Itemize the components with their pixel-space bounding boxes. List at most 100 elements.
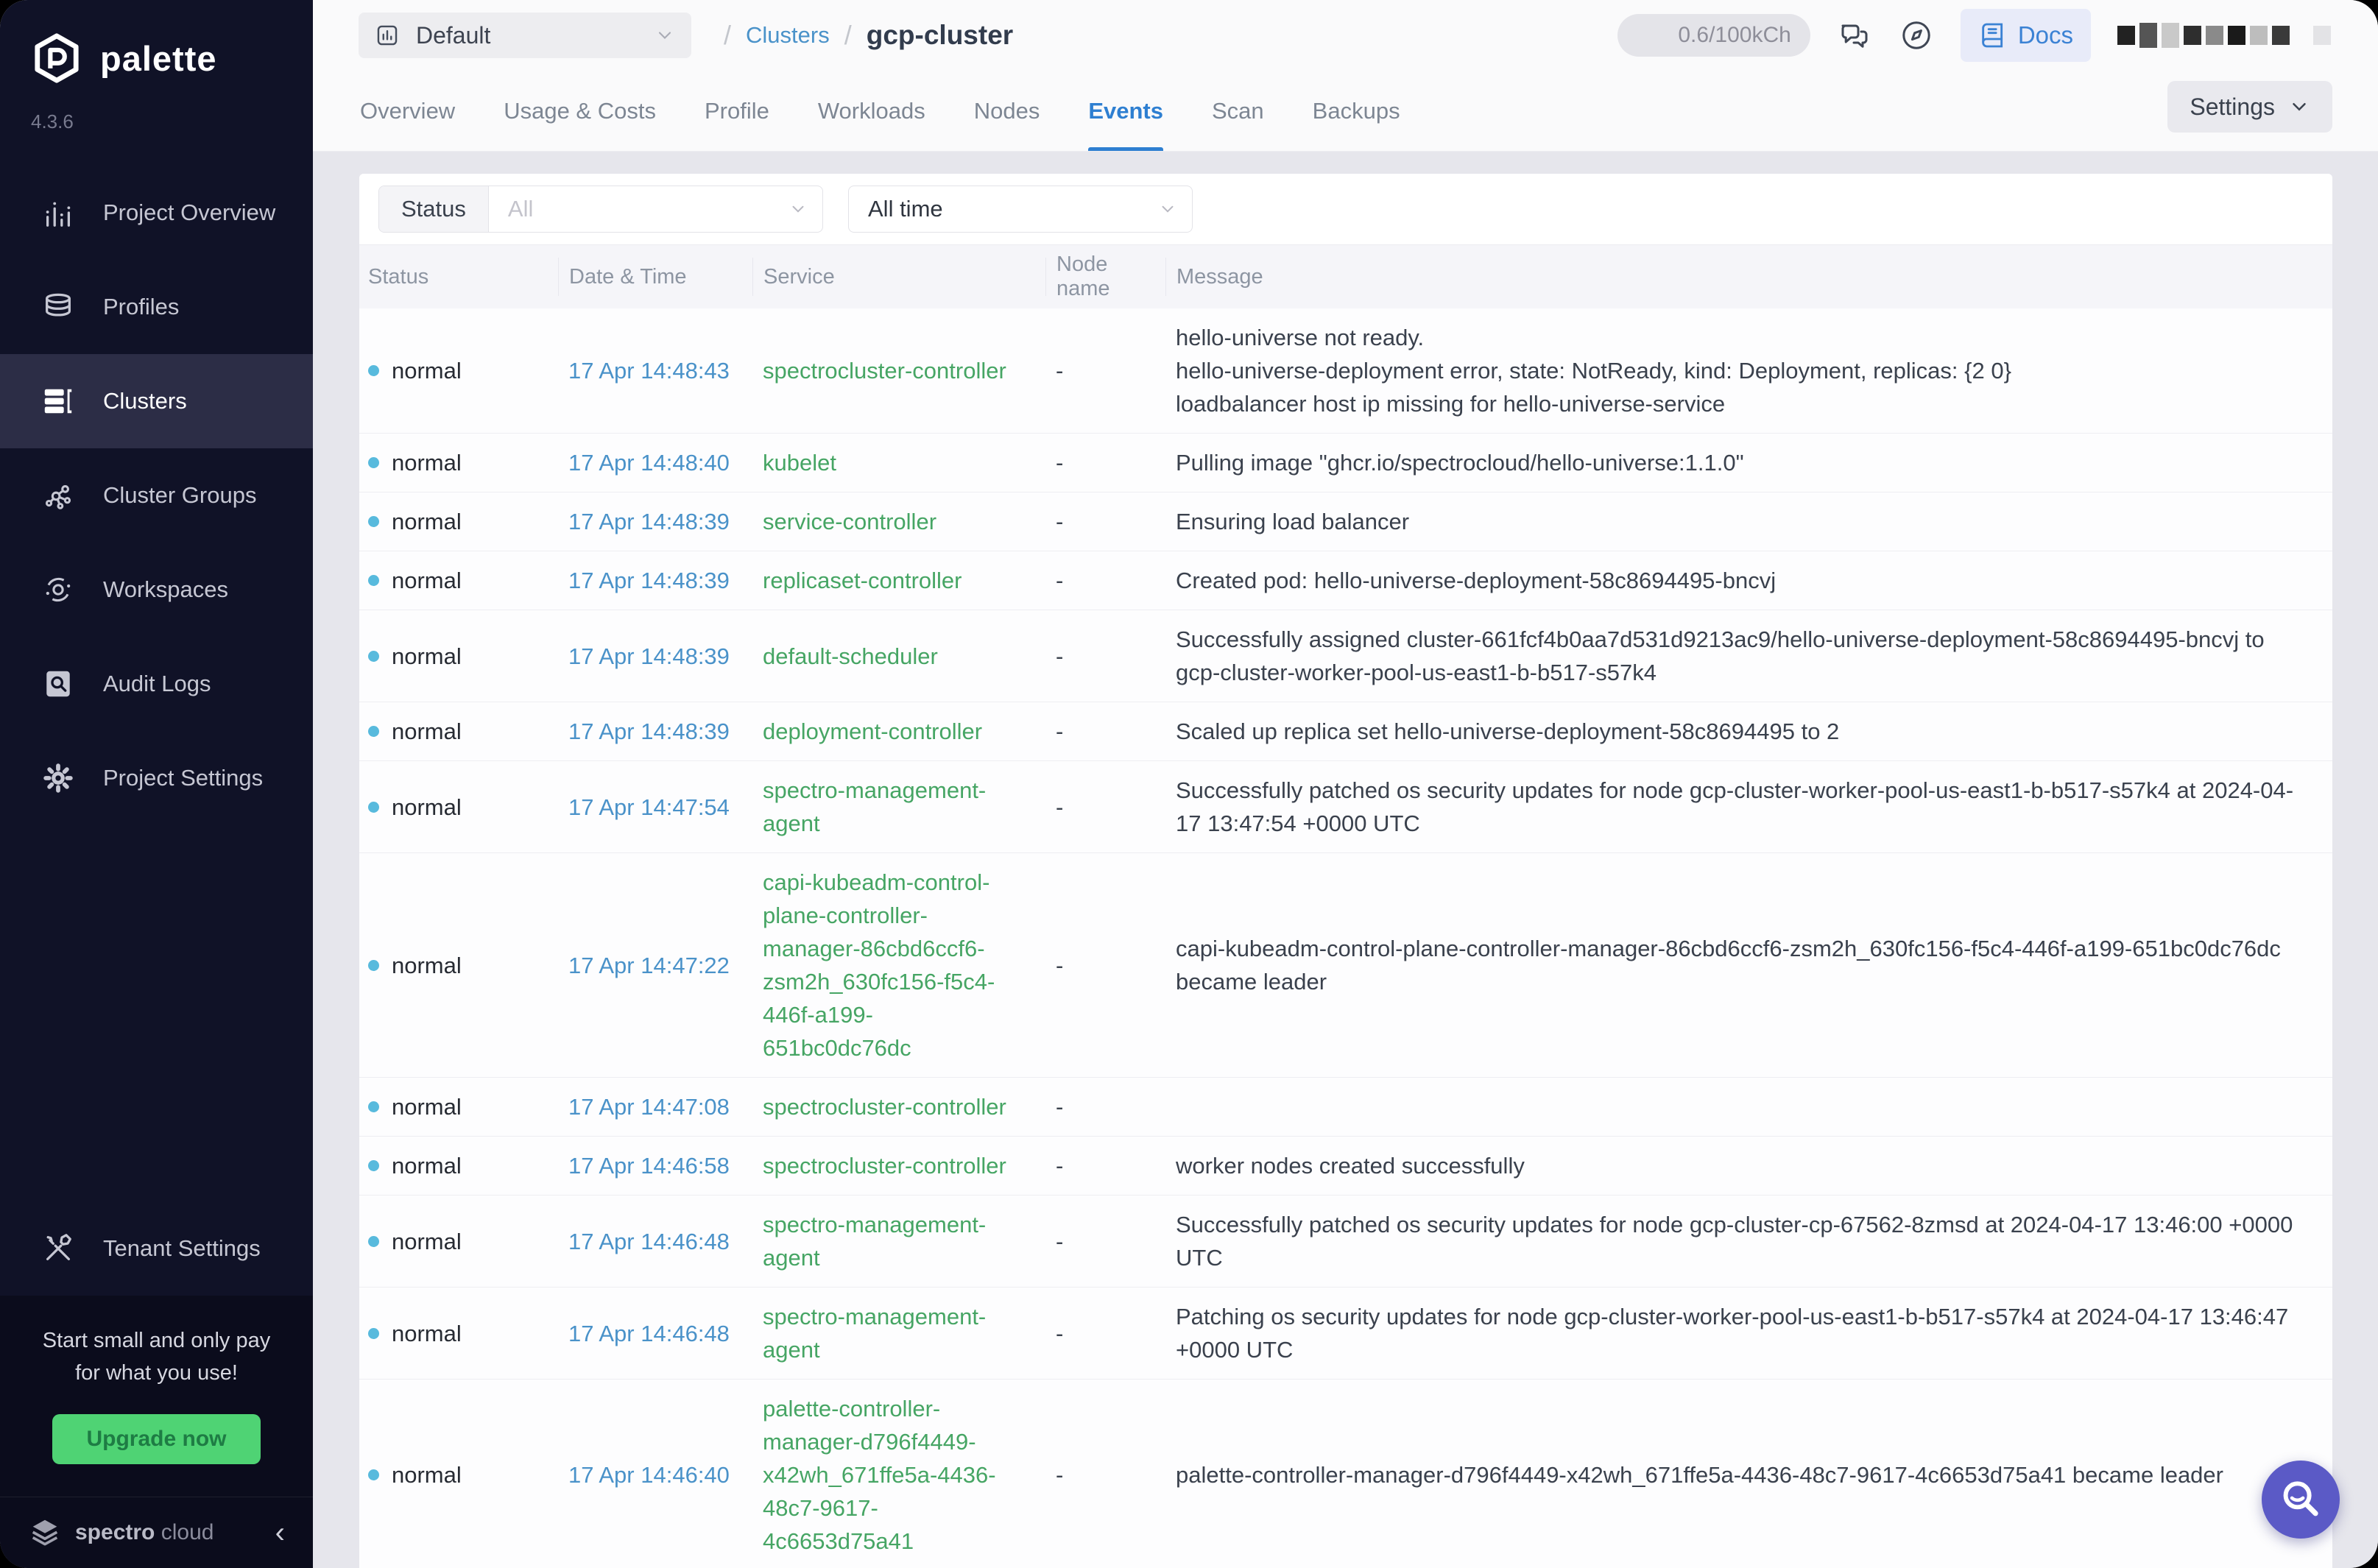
date-time-link[interactable]: 17 Apr 14:48:40 <box>558 446 752 479</box>
node-name: - <box>1045 949 1165 982</box>
date-time-link[interactable]: 17 Apr 14:46:40 <box>558 1458 752 1491</box>
service-name: spectro-management-agent <box>752 1300 1045 1366</box>
bar-chart-icon <box>41 196 75 230</box>
table-row[interactable]: normal 17 Apr 14:48:39 replicaset-contro… <box>359 551 2332 610</box>
sidebar-item-audit-logs[interactable]: Audit Logs <box>0 637 313 731</box>
status-text: normal <box>392 1090 462 1123</box>
table-row[interactable]: normal 17 Apr 14:46:48 spectro-managemen… <box>359 1195 2332 1287</box>
table-row[interactable]: normal 17 Apr 14:46:40 palette-controlle… <box>359 1379 2332 1568</box>
table-row[interactable]: normal 17 Apr 14:47:54 spectro-managemen… <box>359 760 2332 852</box>
status-cell: normal <box>368 354 558 387</box>
table-row[interactable]: normal 17 Apr 14:46:58 spectrocluster-co… <box>359 1136 2332 1195</box>
sidebar-item-label: Clusters <box>103 388 187 414</box>
app-version: 4.3.6 <box>0 85 313 133</box>
tab-usage-costs[interactable]: Usage & Costs <box>504 71 656 151</box>
node-name: - <box>1045 640 1165 673</box>
table-row[interactable]: normal 17 Apr 14:48:39 service-controlle… <box>359 492 2332 551</box>
status-text: normal <box>392 715 462 748</box>
node-name: - <box>1045 564 1165 597</box>
table-row[interactable]: normal 17 Apr 14:47:08 spectrocluster-co… <box>359 1077 2332 1136</box>
breadcrumb: / Clusters / gcp-cluster <box>724 20 1013 51</box>
date-time-link[interactable]: 17 Apr 14:46:48 <box>558 1225 752 1258</box>
status-cell: normal <box>368 791 558 824</box>
tab-overview[interactable]: Overview <box>360 71 455 151</box>
table-row[interactable]: normal 17 Apr 14:48:39 default-scheduler… <box>359 610 2332 702</box>
tab-events[interactable]: Events <box>1088 71 1163 151</box>
table-row[interactable]: normal 17 Apr 14:48:43 spectrocluster-co… <box>359 308 2332 433</box>
tab-backups[interactable]: Backups <box>1313 71 1400 151</box>
breadcrumb-link-clusters[interactable]: Clusters <box>746 22 830 49</box>
sidebar-item-project-overview[interactable]: Project Overview <box>0 166 313 260</box>
breadcrumb-separator: / <box>844 20 852 51</box>
sidebar-item-label: Profiles <box>103 294 179 320</box>
event-message: Pulling image "ghcr.io/spectrocloud/hell… <box>1165 446 2303 479</box>
status-text: normal <box>392 1317 462 1350</box>
status-dot-icon <box>368 1160 379 1171</box>
table-row[interactable]: normal 17 Apr 14:48:40 kubelet - Pulling… <box>359 433 2332 492</box>
time-filter[interactable]: All time <box>848 186 1193 233</box>
service-name: spectro-management-agent <box>752 774 1045 840</box>
date-time-link[interactable]: 17 Apr 14:46:48 <box>558 1317 752 1350</box>
status-dot-icon <box>368 457 379 468</box>
promo-text: Start small and only pay for what you us… <box>35 1325 278 1389</box>
sidebar-item-workspaces[interactable]: Workspaces <box>0 543 313 637</box>
date-time-link[interactable]: 17 Apr 14:47:54 <box>558 791 752 824</box>
date-time-link[interactable]: 17 Apr 14:48:39 <box>558 640 752 673</box>
tab-scan[interactable]: Scan <box>1212 71 1264 151</box>
date-time-link[interactable]: 17 Apr 14:47:08 <box>558 1090 752 1123</box>
settings-dropdown-button[interactable]: Settings <box>2167 81 2332 133</box>
sidebar-item-label: Audit Logs <box>103 671 211 697</box>
status-dot-icon <box>368 1236 379 1247</box>
sidebar-item-cluster-groups[interactable]: Cluster Groups <box>0 448 313 543</box>
tab-workloads[interactable]: Workloads <box>818 71 925 151</box>
status-dot-icon <box>368 1328 379 1339</box>
status-dot-icon <box>368 516 379 527</box>
brand-logo: palette <box>0 0 313 85</box>
sidebar-item-clusters[interactable]: Clusters <box>0 354 313 448</box>
brand-name: palette <box>100 38 217 79</box>
node-name: - <box>1045 1225 1165 1258</box>
node-name: - <box>1045 446 1165 479</box>
date-time-link[interactable]: 17 Apr 14:46:58 <box>558 1149 752 1182</box>
date-time-link[interactable]: 17 Apr 14:47:22 <box>558 949 752 982</box>
service-name: deployment-controller <box>752 715 1045 748</box>
project-selector[interactable]: Default <box>359 13 691 58</box>
status-filter[interactable]: Status All <box>378 186 823 233</box>
chat-icon[interactable] <box>1837 18 1872 53</box>
service-name: spectrocluster-controller <box>752 1090 1045 1123</box>
event-message: Patching os security updates for node gc… <box>1165 1300 2303 1366</box>
table-row[interactable]: normal 17 Apr 14:48:39 deployment-contro… <box>359 702 2332 760</box>
search-fab-button[interactable] <box>2262 1461 2340 1539</box>
chevron-down-icon <box>2288 96 2310 118</box>
usage-badge: 0.6/100kCh <box>1617 14 1810 57</box>
date-time-link[interactable]: 17 Apr 14:48:39 <box>558 715 752 748</box>
project-chart-icon <box>375 23 400 48</box>
tab-nodes[interactable]: Nodes <box>974 71 1040 151</box>
date-time-link[interactable]: 17 Apr 14:48:43 <box>558 354 752 387</box>
sidebar-item-tenant-settings[interactable]: Tenant Settings <box>0 1201 313 1296</box>
table-row[interactable]: normal 17 Apr 14:47:22 capi-kubeadm-cont… <box>359 852 2332 1077</box>
sidebar-item-profiles[interactable]: Profiles <box>0 260 313 354</box>
status-text: normal <box>392 505 462 538</box>
tab-profile[interactable]: Profile <box>705 71 769 151</box>
app-window: palette 4.3.6 Project Overview <box>0 0 2378 1568</box>
compass-icon[interactable] <box>1899 18 1934 53</box>
status-dot-icon <box>368 1469 379 1480</box>
sidebar-footer: spectro cloud ‹ <box>0 1497 313 1568</box>
sidebar-collapse-button[interactable]: ‹ <box>275 1518 285 1547</box>
event-message: palette-controller-manager-d796f4449-x42… <box>1165 1458 2303 1491</box>
sidebar-item-label: Workspaces <box>103 576 228 603</box>
upgrade-now-button[interactable]: Upgrade now <box>52 1414 260 1464</box>
upgrade-promo: Start small and only pay for what you us… <box>0 1296 313 1497</box>
table-row[interactable]: normal 17 Apr 14:46:48 spectro-managemen… <box>359 1287 2332 1379</box>
date-time-link[interactable]: 17 Apr 14:48:39 <box>558 505 752 538</box>
status-cell: normal <box>368 1149 558 1182</box>
status-text: normal <box>392 640 462 673</box>
sidebar-item-project-settings[interactable]: Project Settings <box>0 731 313 825</box>
node-name: - <box>1045 791 1165 824</box>
date-time-link[interactable]: 17 Apr 14:48:39 <box>558 564 752 597</box>
status-cell: normal <box>368 1317 558 1350</box>
event-message: hello-universe not ready. hello-universe… <box>1165 321 2303 420</box>
docs-button[interactable]: Docs <box>1961 9 2091 62</box>
book-icon <box>1978 21 2008 50</box>
